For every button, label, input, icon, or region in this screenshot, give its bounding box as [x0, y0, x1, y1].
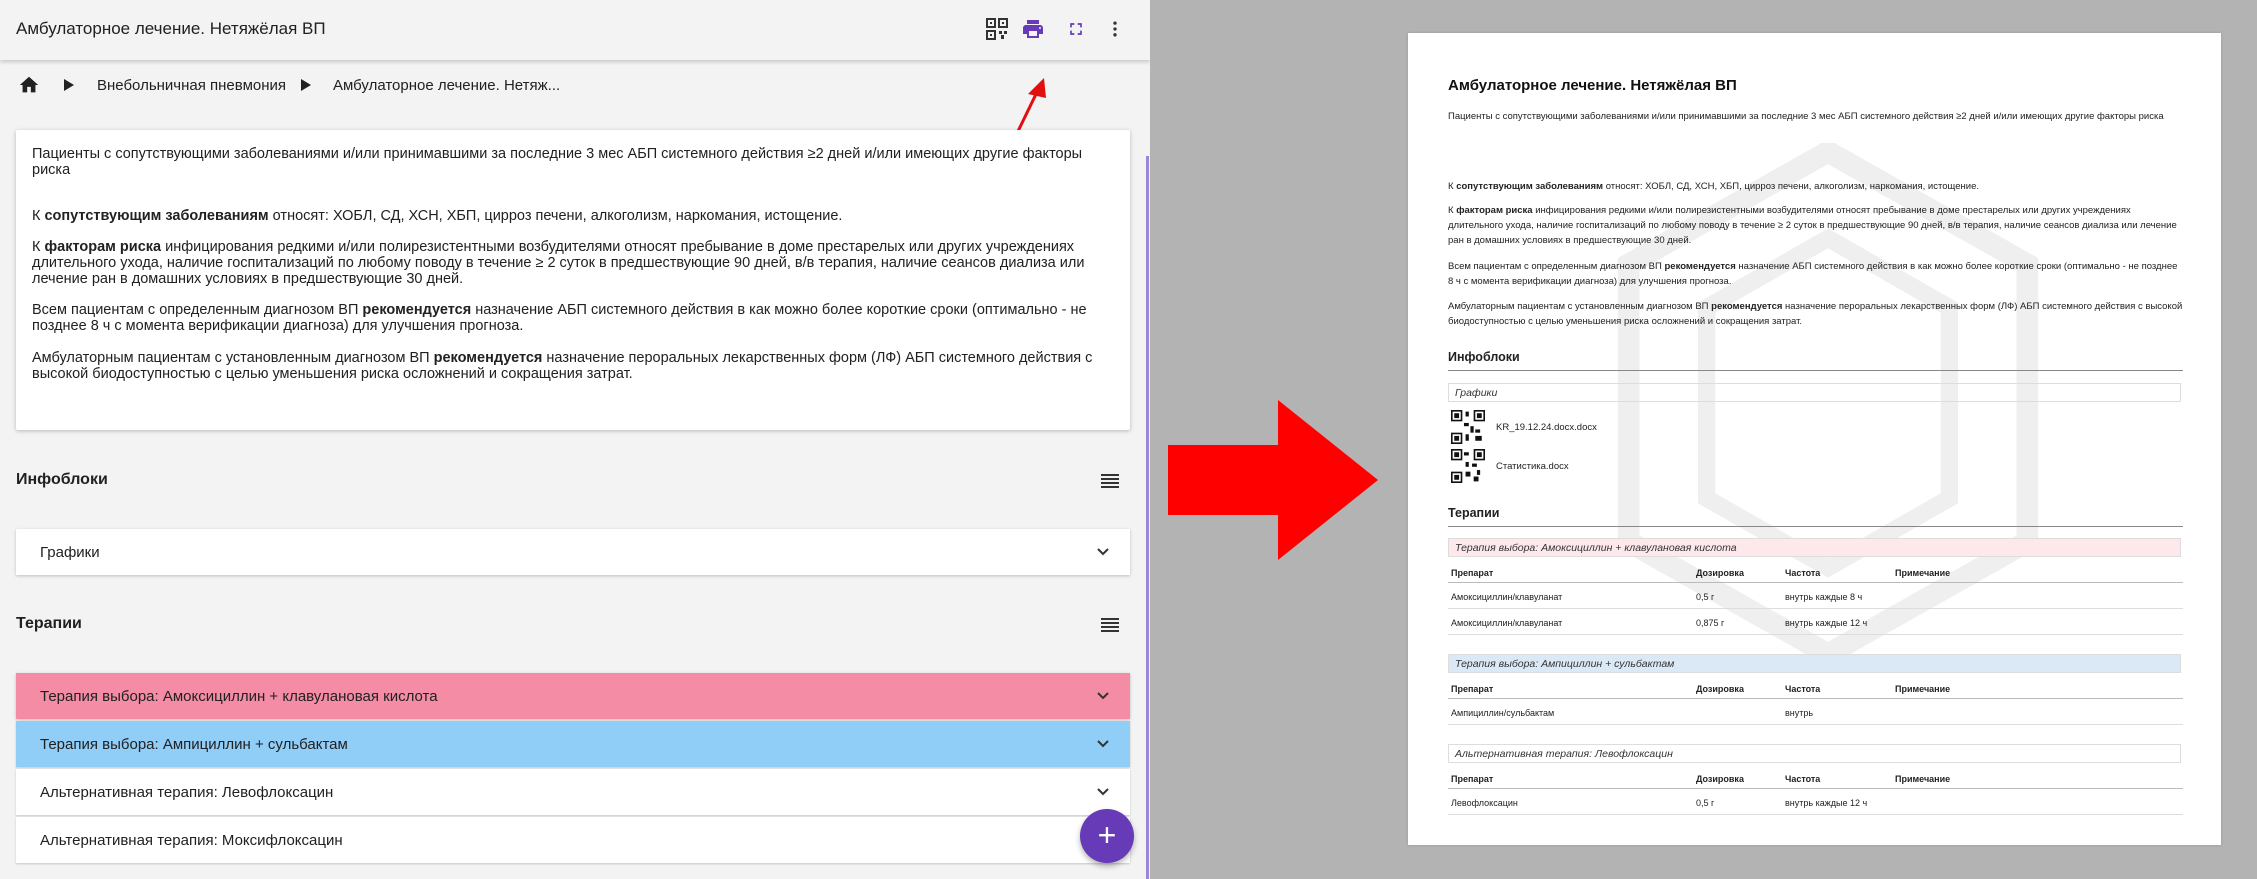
- more-vert-icon[interactable]: [1103, 17, 1127, 41]
- preview-graphs-label: Графики: [1448, 383, 2181, 402]
- intro-paragraph: К факторам риска инфицирования редкими и…: [32, 239, 1085, 287]
- table-header-cell: Дозировка: [1696, 774, 1744, 784]
- list-icon[interactable]: [1100, 614, 1120, 634]
- table-header-cell: Примечание: [1895, 568, 1951, 578]
- table-header-cell: Препарат: [1451, 568, 1494, 578]
- therapy-panel[interactable]: Терапия выбора: Ампициллин + сульбактам: [16, 721, 1130, 767]
- add-fab-button[interactable]: +: [1080, 809, 1134, 863]
- table-cell: Левофлоксацин: [1451, 798, 1518, 808]
- table-divider: [1448, 582, 2183, 583]
- table-cell: 0,5 г: [1696, 798, 1715, 808]
- table-header-cell: Препарат: [1451, 774, 1494, 784]
- app-toolbar: Амбулаторное лечение. Нетяжёлая ВП: [0, 0, 1150, 60]
- qr-code-icon: [1451, 449, 1485, 483]
- intro-paragraph: К сопутствующим заболеваниям относят: ХО…: [32, 208, 843, 224]
- attached-file: KR_19.12.24.docx.docx: [1496, 422, 1597, 433]
- therapies-heading: Терапии: [16, 615, 82, 632]
- table-cell: 0,5 г: [1696, 592, 1715, 602]
- infoblock-panel-graphs[interactable]: Графики: [16, 529, 1130, 575]
- table-divider: [1448, 608, 2183, 609]
- chevron-down-icon: [1097, 788, 1109, 796]
- play-arrow-icon: [62, 78, 76, 97]
- chevron-down-icon: [1097, 548, 1109, 556]
- play-arrow-icon: [299, 78, 313, 97]
- preview-infoblocks-heading: Инфоблоки: [1448, 350, 2183, 371]
- fullscreen-icon[interactable]: [1064, 17, 1088, 41]
- table-cell: Ампициллин/сульбактам: [1451, 708, 1555, 718]
- therapy-panel[interactable]: Альтернативная терапия: Моксифлоксацин: [16, 817, 1130, 863]
- print-preview-page: Амбулаторное лечение. Нетяжёлая ВП Пацие…: [1408, 33, 2221, 845]
- intro-lead: Пациенты с сопутствующими заболеваниями …: [32, 146, 1083, 178]
- table-header-cell: Частота: [1785, 568, 1821, 578]
- scrollbar[interactable]: [1146, 156, 1149, 879]
- preview-therapies-heading: Терапии: [1448, 506, 2183, 527]
- preview-paragraph: Амбулаторным пациентам с установленным д…: [1448, 301, 2183, 327]
- chevron-down-icon: [1097, 692, 1109, 700]
- qr-code-icon[interactable]: [985, 17, 1009, 41]
- table-header-cell: Дозировка: [1696, 684, 1744, 694]
- table-cell: внутрь каждые 12 ч: [1785, 798, 1868, 808]
- table-divider: [1448, 724, 2183, 725]
- preview-therapy-title: Терапия выбора: Амоксициллин + клавулано…: [1448, 538, 2181, 557]
- table-header-cell: Частота: [1785, 684, 1821, 694]
- infoblocks-heading: Инфоблоки: [16, 471, 108, 488]
- chevron-down-icon: [1097, 740, 1109, 748]
- qr-code-icon: [1451, 410, 1485, 444]
- therapy-panel[interactable]: Терапия выбора: Амоксициллин + клавулано…: [16, 673, 1130, 719]
- breadcrumb: Внебольничная пневмония Амбулаторное леч…: [0, 64, 1150, 108]
- page-title: Амбулаторное лечение. Нетяжёлая ВП: [16, 19, 326, 38]
- attached-file: Статистика.docx: [1496, 461, 1569, 472]
- panel-label: Графики: [40, 544, 100, 561]
- table-cell: Амоксициллин/клавуланат: [1451, 592, 1563, 602]
- table-cell: внутрь каждые 8 ч: [1785, 592, 1863, 602]
- panel-label: Альтернативная терапия: Левофлоксацин: [40, 784, 334, 801]
- table-cell: 0,875 г: [1696, 618, 1725, 628]
- table-header-cell: Дозировка: [1696, 568, 1744, 578]
- table-header-cell: Частота: [1785, 774, 1821, 784]
- table-header-cell: Препарат: [1451, 684, 1494, 694]
- panel-label: Альтернативная терапия: Моксифлоксацин: [40, 832, 343, 849]
- panel-label: Терапия выбора: Ампициллин + сульбактам: [40, 736, 348, 753]
- home-icon[interactable]: [18, 74, 40, 101]
- panel-label: Терапия выбора: Амоксициллин + клавулано…: [40, 688, 438, 705]
- table-divider: [1448, 698, 2183, 699]
- table-cell: внутрь каждые 12 ч: [1785, 618, 1868, 628]
- breadcrumb-item-current[interactable]: Амбулаторное лечение. Нетяж...: [333, 77, 560, 94]
- preview-therapy-title: Терапия выбора: Ампициллин + сульбактам: [1448, 654, 2181, 673]
- preview-paragraph: К факторам риска инфицирования редкими и…: [1448, 205, 2177, 246]
- intro-paragraph: Амбулаторным пациентам с установленным д…: [32, 350, 1093, 382]
- table-cell: Амоксициллин/клавуланат: [1451, 618, 1563, 628]
- breadcrumb-item[interactable]: Внебольничная пневмония: [97, 77, 286, 94]
- intro-card: Пациенты с сопутствующими заболеваниями …: [16, 130, 1130, 430]
- table-cell: внутрь: [1785, 708, 1814, 718]
- table-header-cell: Примечание: [1895, 774, 1951, 784]
- preview-paragraph: Всем пациентам с определенным диагнозом …: [1448, 261, 2178, 287]
- preview-lead: Пациенты с сопутствующими заболеваниями …: [1448, 111, 2164, 122]
- table-divider: [1448, 634, 2183, 635]
- print-icon[interactable]: [1021, 17, 1045, 41]
- preview-paragraph: К сопутствующим заболеваниям относят: ХО…: [1448, 181, 1979, 192]
- preview-therapy-title: Альтернативная терапия: Левофлоксацин: [1448, 744, 2181, 763]
- big-arrow-right-icon: [1168, 400, 1378, 560]
- table-divider: [1448, 814, 2183, 815]
- app-window: Амбулаторное лечение. Нетяжёлая ВП Внебо…: [0, 0, 1150, 879]
- table-header-cell: Примечание: [1895, 684, 1951, 694]
- intro-paragraph: Всем пациентам с определенным диагнозом …: [32, 302, 1087, 334]
- preview-title: Амбулаторное лечение. Нетяжёлая ВП: [1448, 77, 1737, 94]
- list-icon[interactable]: [1100, 470, 1120, 490]
- therapy-panel[interactable]: Альтернативная терапия: Левофлоксацин: [16, 769, 1130, 815]
- table-divider: [1448, 788, 2183, 789]
